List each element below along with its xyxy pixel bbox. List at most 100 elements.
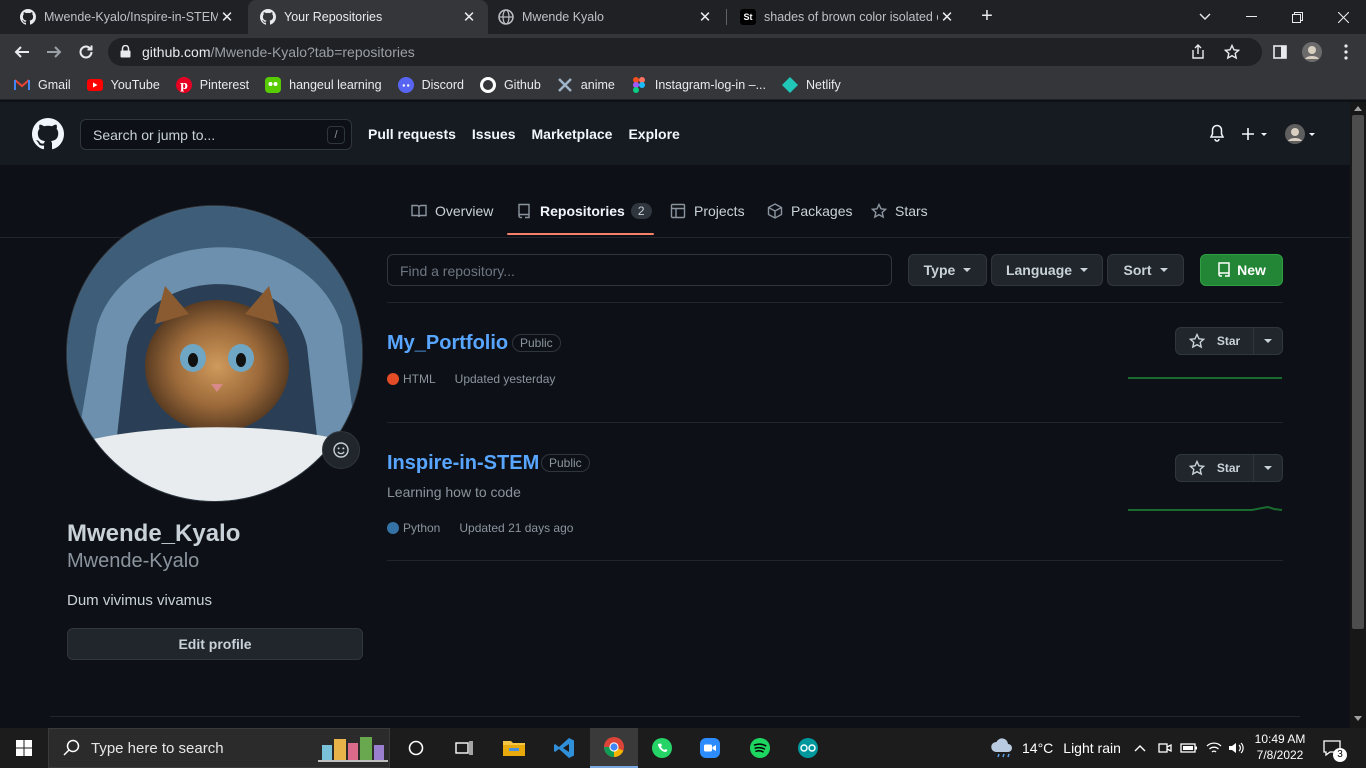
nav-explore[interactable]: Explore — [628, 126, 679, 142]
new-tab-button[interactable]: + — [976, 5, 998, 27]
reload-icon[interactable] — [74, 40, 98, 64]
profile-avatar-image[interactable] — [66, 205, 363, 502]
bookmark-star-icon[interactable] — [1224, 44, 1240, 60]
tab-repositories[interactable]: Repositories 2 — [516, 203, 652, 219]
bookmark-anime[interactable]: anime — [557, 77, 615, 93]
search-highlight-icon[interactable] — [312, 728, 392, 768]
star-main[interactable]: Star — [1176, 455, 1254, 481]
clock-date: 7/8/2022 — [1256, 748, 1304, 762]
set-status-button[interactable] — [322, 431, 360, 469]
share-icon[interactable] — [1190, 44, 1206, 60]
tab-stars[interactable]: Stars — [871, 203, 928, 219]
bookmark-hangeul[interactable]: hangeul learning — [265, 76, 382, 93]
star-button[interactable]: Star — [1175, 454, 1283, 482]
smiley-icon — [333, 442, 349, 458]
cortana-circle-icon[interactable] — [392, 728, 440, 768]
tab-overview[interactable]: Overview — [411, 203, 493, 219]
star-icon — [1188, 333, 1205, 349]
restore-button[interactable] — [1274, 0, 1320, 34]
windows-start-icon[interactable] — [0, 728, 48, 768]
bookmark-netlify[interactable]: Netlify — [782, 76, 841, 93]
new-repository-button[interactable]: New — [1200, 254, 1283, 286]
meet-now-icon[interactable] — [1158, 728, 1172, 768]
forward-arrow-icon[interactable] — [42, 40, 66, 64]
figma-icon — [631, 76, 647, 93]
side-panel-icon[interactable] — [1268, 40, 1292, 64]
sort-filter-button[interactable]: Sort — [1107, 254, 1184, 286]
system-clock[interactable]: 10:49 AM 7/8/2022 — [1250, 731, 1310, 763]
browser-tab-inspire[interactable]: Mwende-Kyalo/Inspire-in-STEM: ✕ — [8, 0, 246, 34]
star-button[interactable]: Star — [1175, 327, 1283, 355]
scrollbar-thumb[interactable] — [1352, 115, 1364, 629]
anime-icon — [557, 77, 573, 93]
bookmark-discord[interactable]: Discord — [397, 76, 464, 93]
footer-divider — [50, 716, 1300, 717]
bookmark-gmail[interactable]: Gmail — [14, 77, 71, 93]
notification-count: 3 — [1333, 748, 1347, 762]
profile-avatar-icon[interactable] — [1300, 40, 1324, 64]
arduino-icon[interactable] — [784, 728, 832, 768]
language-filter-button[interactable]: Language — [991, 254, 1103, 286]
chevron-up-icon[interactable] — [1134, 728, 1146, 768]
vscode-icon[interactable] — [540, 728, 588, 768]
star-list-dropdown[interactable] — [1254, 328, 1282, 354]
github-logo-icon[interactable] — [32, 118, 64, 150]
profile-name: Mwende_Kyalo — [67, 520, 241, 547]
star-main[interactable]: Star — [1176, 328, 1254, 354]
wifi-icon[interactable] — [1206, 728, 1222, 768]
duolingo-icon — [265, 76, 282, 93]
url-path: /Mwende-Kyalo?tab=repositories — [210, 44, 415, 60]
bookmark-youtube[interactable]: YouTube — [86, 77, 160, 93]
nav-issues[interactable]: Issues — [472, 126, 516, 142]
bookmark-instagram[interactable]: Instagram-log-in –... — [631, 76, 766, 93]
address-bar[interactable]: github.com/Mwende-Kyalo?tab=repositories — [108, 38, 1262, 66]
tab-projects[interactable]: Projects — [670, 203, 745, 219]
scroll-down-arrow-icon[interactable] — [1354, 716, 1362, 721]
weather-widget[interactable]: 14°C Light rain — [990, 728, 1121, 768]
github-icon — [260, 9, 276, 25]
type-filter-button[interactable]: Type — [908, 254, 987, 286]
close-icon[interactable]: ✕ — [696, 8, 714, 26]
divider — [387, 302, 1283, 303]
edit-profile-button[interactable]: Edit profile — [67, 628, 363, 660]
user-avatar-menu[interactable] — [1284, 123, 1320, 145]
bookmark-label: hangeul learning — [289, 77, 382, 92]
nav-marketplace[interactable]: Marketplace — [532, 126, 613, 142]
bookmark-github[interactable]: Github — [479, 76, 541, 93]
scroll-up-arrow-icon[interactable] — [1354, 106, 1362, 111]
zoom-icon[interactable] — [686, 728, 734, 768]
close-window-button[interactable] — [1320, 0, 1366, 34]
bell-icon[interactable] — [1209, 124, 1225, 142]
minimize-button[interactable] — [1228, 0, 1274, 34]
repo-name-link[interactable]: My_Portfolio — [387, 332, 508, 355]
volume-icon[interactable] — [1228, 728, 1244, 768]
whatsapp-icon[interactable] — [638, 728, 686, 768]
tab-title: Your Repositories — [284, 10, 383, 24]
spotify-icon[interactable] — [736, 728, 784, 768]
browser-tab-mwende-kyalo[interactable]: Mwende Kyalo ✕ — [486, 0, 724, 34]
task-view-icon[interactable] — [440, 728, 488, 768]
visibility-badge: Public — [512, 334, 561, 352]
browser-tab-shades-of-brown[interactable]: St shades of brown color isolated o ✕ — [728, 0, 966, 34]
tab-packages[interactable]: Packages — [767, 203, 852, 219]
back-arrow-icon[interactable] — [10, 40, 34, 64]
repo-name-link[interactable]: Inspire-in-STEM — [387, 452, 539, 475]
file-explorer-icon[interactable] — [490, 728, 538, 768]
bookmark-pinterest[interactable]: p Pinterest — [175, 76, 249, 93]
battery-icon[interactable] — [1180, 728, 1198, 768]
create-plus-icon[interactable] — [1241, 127, 1269, 141]
github-search-input[interactable]: Search or jump to... / — [80, 119, 352, 150]
menu-dots-icon[interactable] — [1334, 40, 1358, 64]
browser-tab-your-repositories[interactable]: Your Repositories ✕ — [248, 0, 488, 34]
star-list-dropdown[interactable] — [1254, 455, 1282, 481]
chrome-taskbar-icon[interactable] — [590, 728, 638, 768]
repo-icon — [518, 203, 530, 219]
nav-pull-requests[interactable]: Pull requests — [368, 126, 456, 142]
tab-search-chevron-icon[interactable] — [1182, 0, 1228, 34]
find-repository-input[interactable]: Find a repository... — [387, 254, 892, 286]
close-icon[interactable]: ✕ — [460, 8, 478, 26]
close-icon[interactable]: ✕ — [938, 8, 956, 26]
notifications-button[interactable]: 3 — [1322, 728, 1347, 768]
close-icon[interactable]: ✕ — [218, 8, 236, 26]
star-label: Star — [1216, 334, 1241, 348]
